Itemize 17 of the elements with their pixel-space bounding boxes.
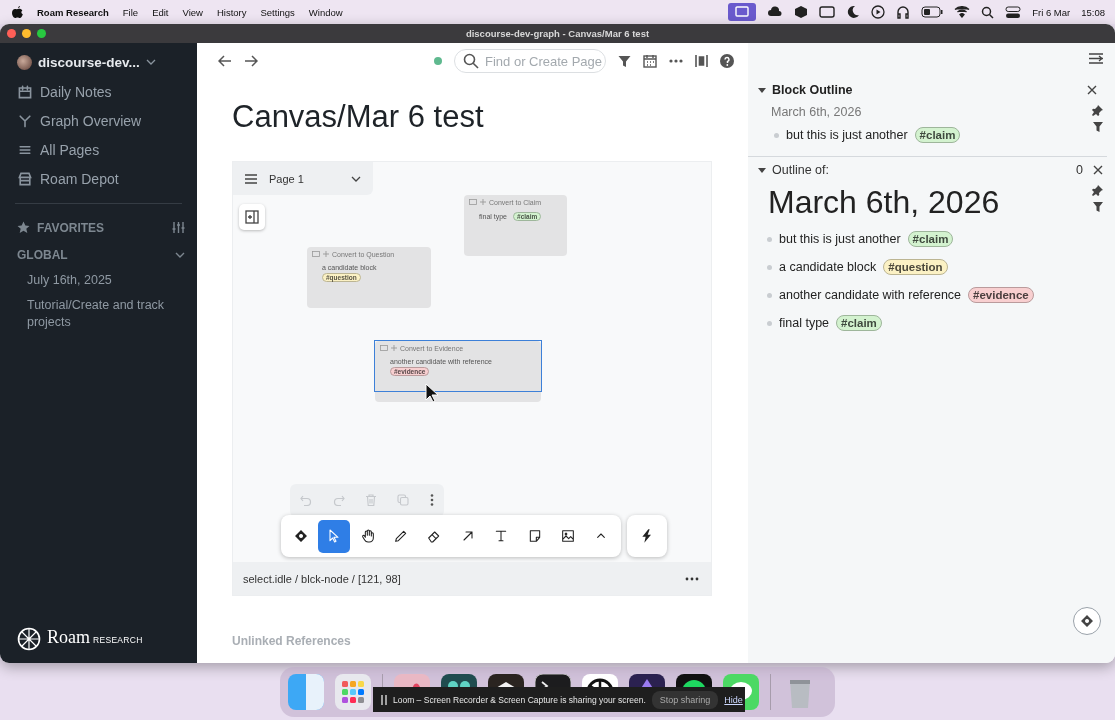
outline-page-title: March 6th, 2026 — [768, 183, 1000, 221]
block-text: final type — [779, 316, 830, 330]
roam-logo-subtitle: RESEARCH — [93, 635, 143, 645]
page-title: Canvas/Mar 6 test — [232, 99, 485, 135]
status-text: select.idle / blck-node / [121, 98] — [243, 572, 401, 585]
panel-title: Outline of: — [772, 163, 829, 177]
favorites-heading: FAVORITES — [37, 220, 105, 235]
block-text: another candidate with reference — [779, 288, 962, 302]
sharing-message: Loom – Screen Recorder & Screen Capture is sharing your screen. — [393, 694, 646, 705]
reference-count: 0 — [1076, 163, 1083, 177]
block-text: but this is just another — [779, 232, 901, 246]
section-heading: GLOBAL — [17, 247, 68, 262]
window-title: discourse-dev-graph - Canvas/Mar 6 test — [465, 28, 650, 39]
block-text: a candidate block — [779, 260, 877, 274]
block-text: but this is just another — [786, 128, 908, 142]
panel-title: Block Outline — [772, 83, 853, 97]
roam-logo-text: Roam — [47, 627, 90, 648]
